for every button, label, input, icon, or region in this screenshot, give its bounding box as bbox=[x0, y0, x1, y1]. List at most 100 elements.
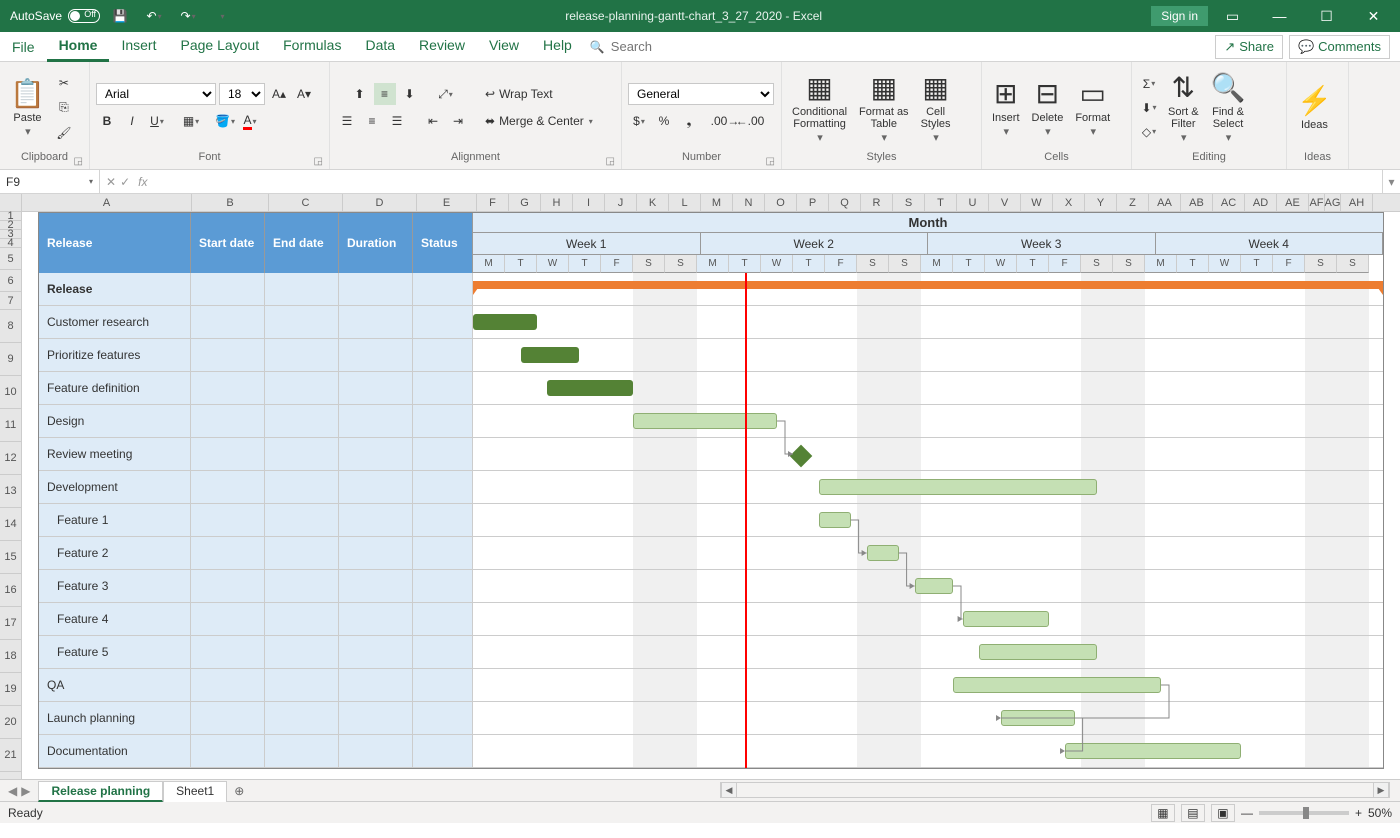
worksheet-grid[interactable]: ABCDEFGHIJKLMNOPQRSTUVWXYZAAABACADAEAFAG… bbox=[0, 194, 1400, 779]
gantt-cell-enddate[interactable] bbox=[265, 537, 339, 569]
gantt-task-name[interactable]: QA bbox=[39, 669, 191, 701]
gantt-cell-status[interactable] bbox=[413, 504, 473, 536]
tab-review[interactable]: Review bbox=[407, 31, 477, 62]
gantt-cell-status[interactable] bbox=[413, 669, 473, 701]
row-header[interactable]: 9 bbox=[0, 343, 22, 376]
gantt-cell-status[interactable] bbox=[413, 570, 473, 602]
gantt-cell-enddate[interactable] bbox=[265, 405, 339, 437]
sheet-nav-prev-icon[interactable]: ◀ bbox=[8, 784, 17, 798]
row-header[interactable]: 6 bbox=[0, 270, 22, 292]
minimize-icon[interactable]: — bbox=[1257, 1, 1302, 31]
column-header[interactable]: A bbox=[22, 194, 192, 211]
conditional-formatting-button[interactable]: ▦Conditional Formatting▾ bbox=[788, 69, 851, 146]
row-header[interactable]: 19 bbox=[0, 673, 22, 706]
gantt-task-name[interactable]: Prioritize features bbox=[39, 339, 191, 371]
toggle-switch[interactable]: Off bbox=[68, 9, 100, 23]
row-header[interactable]: 21 bbox=[0, 739, 22, 772]
column-header[interactable]: AE bbox=[1277, 194, 1309, 211]
comments-button[interactable]: 💬Comments bbox=[1289, 35, 1390, 59]
qat-customize-icon[interactable]: ▾ bbox=[208, 4, 236, 28]
cell-styles-button[interactable]: ▦Cell Styles▾ bbox=[917, 69, 955, 146]
bold-icon[interactable]: B bbox=[96, 110, 118, 132]
number-format-select[interactable]: General bbox=[628, 83, 774, 105]
align-right-icon[interactable]: ☰ bbox=[386, 110, 408, 132]
row-header[interactable]: 13 bbox=[0, 475, 22, 508]
gantt-cell-enddate[interactable] bbox=[265, 636, 339, 668]
gantt-cell-status[interactable] bbox=[413, 537, 473, 569]
gantt-cell-duration[interactable] bbox=[339, 537, 413, 569]
align-bottom-icon[interactable]: ⬇ bbox=[399, 83, 421, 105]
tab-file[interactable]: File bbox=[0, 33, 47, 61]
close-icon[interactable]: ✕ bbox=[1351, 1, 1396, 31]
tab-help[interactable]: Help bbox=[531, 31, 584, 62]
column-header[interactable]: AH bbox=[1341, 194, 1373, 211]
row-header[interactable]: 11 bbox=[0, 409, 22, 442]
gantt-task-name[interactable]: Feature 3 bbox=[39, 570, 191, 602]
format-as-table-button[interactable]: ▦Format as Table▾ bbox=[855, 69, 913, 146]
cancel-formula-icon[interactable]: ✕ bbox=[106, 175, 116, 189]
row-header[interactable]: 16 bbox=[0, 574, 22, 607]
column-header[interactable]: E bbox=[417, 194, 477, 211]
gantt-cell-duration[interactable] bbox=[339, 636, 413, 668]
column-header[interactable]: T bbox=[925, 194, 957, 211]
gantt-cell-enddate[interactable] bbox=[265, 669, 339, 701]
column-header[interactable]: AB bbox=[1181, 194, 1213, 211]
row-header[interactable]: 12 bbox=[0, 442, 22, 475]
column-header[interactable]: B bbox=[192, 194, 269, 211]
zoom-slider[interactable] bbox=[1259, 811, 1349, 815]
dialog-launcher-icon[interactable]: ◲ bbox=[766, 156, 775, 167]
page-break-view-icon[interactable]: ▣ bbox=[1211, 804, 1235, 822]
gantt-task-name[interactable]: Launch planning bbox=[39, 702, 191, 734]
sheet-nav-next-icon[interactable]: ▶ bbox=[21, 784, 30, 798]
column-header[interactable]: AG bbox=[1325, 194, 1341, 211]
comma-icon[interactable]: ❟ bbox=[678, 110, 700, 132]
gantt-task-bar[interactable] bbox=[1065, 743, 1241, 759]
name-box[interactable]: F9▾ bbox=[0, 170, 100, 193]
fill-icon[interactable]: ⬇▾ bbox=[1138, 97, 1160, 119]
column-header[interactable]: X bbox=[1053, 194, 1085, 211]
gantt-cell-startdate[interactable] bbox=[191, 405, 265, 437]
column-header[interactable]: I bbox=[573, 194, 605, 211]
autosave-toggle[interactable]: AutoSave Off bbox=[10, 9, 100, 23]
expand-formula-bar-icon[interactable]: ▾ bbox=[1382, 170, 1400, 193]
formula-input[interactable] bbox=[157, 170, 1382, 193]
gantt-cell-startdate[interactable] bbox=[191, 306, 265, 338]
redo-icon[interactable]: ↷▾ bbox=[174, 4, 202, 28]
page-layout-view-icon[interactable]: ▤ bbox=[1181, 804, 1205, 822]
undo-icon[interactable]: ↶▾ bbox=[140, 4, 168, 28]
gantt-task-name[interactable]: Development bbox=[39, 471, 191, 503]
chevron-down-icon[interactable]: ▾ bbox=[89, 177, 93, 186]
column-header[interactable]: K bbox=[637, 194, 669, 211]
tab-view[interactable]: View bbox=[477, 31, 531, 62]
scroll-left-icon[interactable]: ◀ bbox=[721, 783, 737, 797]
gantt-cell-enddate[interactable] bbox=[265, 339, 339, 371]
underline-icon[interactable]: U▾ bbox=[146, 110, 168, 132]
gantt-milestone[interactable] bbox=[790, 445, 813, 468]
gantt-task-bar[interactable] bbox=[521, 347, 579, 363]
gantt-cell-startdate[interactable] bbox=[191, 273, 265, 305]
gantt-cell-status[interactable] bbox=[413, 372, 473, 404]
gantt-cell-enddate[interactable] bbox=[265, 570, 339, 602]
gantt-cell-startdate[interactable] bbox=[191, 735, 265, 767]
zoom-level[interactable]: 50% bbox=[1368, 806, 1392, 820]
decrease-indent-icon[interactable]: ⇤ bbox=[422, 110, 444, 132]
cut-icon[interactable]: ✂ bbox=[53, 72, 75, 94]
tab-home[interactable]: Home bbox=[47, 31, 110, 62]
gantt-cell-status[interactable] bbox=[413, 702, 473, 734]
font-color-icon[interactable]: A▾ bbox=[239, 110, 261, 132]
dialog-launcher-icon[interactable]: ◲ bbox=[314, 156, 323, 167]
gantt-task-name[interactable]: Feature 4 bbox=[39, 603, 191, 635]
sheet-tab[interactable]: Release planning bbox=[38, 781, 163, 802]
column-header[interactable]: Q bbox=[829, 194, 861, 211]
column-header[interactable]: S bbox=[893, 194, 925, 211]
tab-data[interactable]: Data bbox=[353, 31, 407, 62]
column-header[interactable]: AF bbox=[1309, 194, 1325, 211]
sheet-tab[interactable]: Sheet1 bbox=[163, 781, 227, 802]
gantt-task-name[interactable]: Design bbox=[39, 405, 191, 437]
column-header[interactable]: AD bbox=[1245, 194, 1277, 211]
gantt-task-bar[interactable] bbox=[979, 644, 1097, 660]
gantt-task-bar[interactable] bbox=[963, 611, 1049, 627]
gantt-cell-enddate[interactable] bbox=[265, 306, 339, 338]
column-header[interactable]: J bbox=[605, 194, 637, 211]
sort-filter-button[interactable]: ⇅Sort & Filter▾ bbox=[1164, 69, 1203, 146]
